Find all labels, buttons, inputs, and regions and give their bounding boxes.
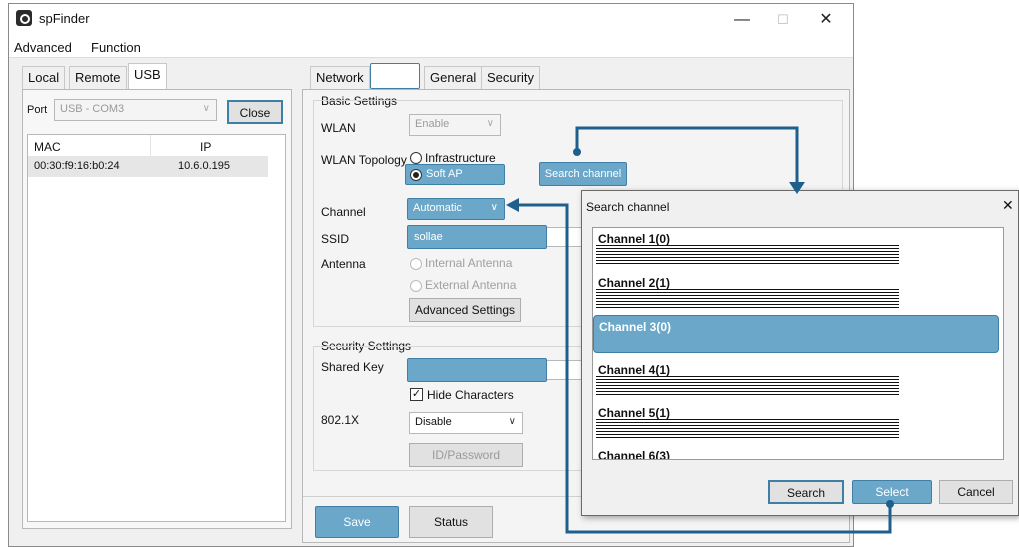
arrow-line [575, 126, 799, 185]
arrow-head [789, 182, 805, 194]
arrow-dot [886, 500, 894, 508]
arrow-head [506, 198, 519, 212]
arrow-dot [573, 148, 581, 156]
arrow-line [516, 203, 892, 534]
annotation-arrows [506, 126, 894, 534]
